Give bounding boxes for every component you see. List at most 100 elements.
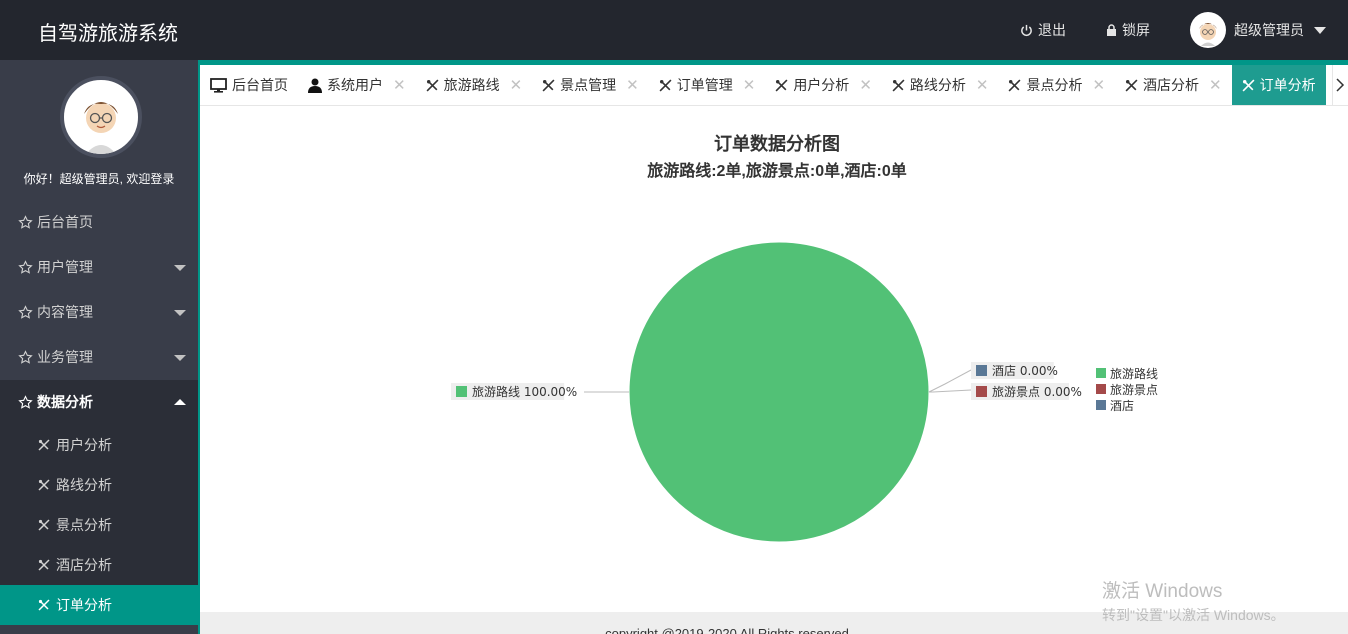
sidebar-item-label: 内容管理 [37, 304, 93, 320]
star-icon [18, 395, 33, 409]
tools-icon [38, 519, 50, 531]
sidebar-subitem-label: 酒店分析 [56, 557, 112, 573]
sidebar-subitem-order-analysis[interactable]: 订单分析 [0, 585, 198, 625]
legend-swatch[interactable] [1096, 384, 1106, 394]
sidebar-submenu: 用户分析 路线分析 景点分析 酒店分析 订单分析 [0, 425, 198, 625]
tools-icon [659, 79, 672, 91]
tab-travel-routes[interactable]: 旅游路线 ✕ [416, 65, 533, 105]
star-icon [18, 215, 33, 229]
tools-icon [426, 79, 439, 91]
footer-text: copyright @2019-2020 All Rights reserved [605, 626, 849, 634]
tab-label: 酒店分析 [1143, 77, 1200, 93]
sidebar-item-label: 后台首页 [37, 214, 93, 230]
tab-label: 用户分析 [793, 77, 850, 93]
legend-item[interactable]: 酒店 [1110, 399, 1134, 413]
sidebar-subitem-hotel-analysis[interactable]: 酒店分析 [0, 545, 198, 585]
data-label: 旅游路线 100.00% [472, 384, 577, 399]
tools-icon [38, 599, 50, 611]
label-leader-line [929, 389, 972, 393]
tools-icon [775, 79, 788, 91]
tab-user-analysis[interactable]: 用户分析 ✕ [765, 65, 882, 105]
star-icon [18, 260, 33, 274]
caret-down-icon [174, 265, 186, 271]
close-icon[interactable]: ✕ [976, 76, 989, 94]
tab-scroll-right-button[interactable] [1332, 65, 1348, 105]
close-icon[interactable]: ✕ [626, 76, 639, 94]
sidebar-menu: 后台首页 用户管理 内容管理 业务管理 数据分析 用户分析 路线分析 景点分析 … [0, 200, 198, 625]
sidebar-subitem-label: 订单分析 [56, 597, 112, 613]
data-label: 旅游景点 0.00% [992, 385, 1082, 399]
sidebar-item-label: 用户管理 [37, 259, 93, 275]
sidebar-subitem-scenic-analysis[interactable]: 景点分析 [0, 505, 198, 545]
tools-icon [892, 79, 905, 91]
caret-down-icon [174, 310, 186, 316]
sidebar-avatar [60, 76, 142, 158]
legend-item[interactable]: 旅游路线 [1110, 366, 1158, 381]
watermark-line-2: 转到"设置"以激活 Windows。 [1102, 607, 1285, 623]
tab-label: 景点分析 [1026, 77, 1083, 93]
tab-route-analysis[interactable]: 路线分析 ✕ [882, 65, 999, 105]
legend-swatch[interactable] [1096, 400, 1106, 410]
pie-slice[interactable] [628, 241, 930, 543]
close-icon[interactable]: ✕ [393, 76, 406, 94]
sidebar-item-content-management[interactable]: 内容管理 [0, 290, 198, 335]
caret-up-icon [174, 399, 186, 405]
sidebar-subitem-user-analysis[interactable]: 用户分析 [0, 425, 198, 465]
top-header: 自驾游旅游系统 退出 锁屏 超级管理员 [0, 0, 1348, 60]
tab-order-management[interactable]: 订单管理 ✕ [649, 65, 766, 105]
welcome-text: 你好！超级管理员, 欢迎登录 [23, 172, 175, 186]
tab-label: 后台首页 [232, 77, 288, 93]
tab-label: 系统用户 [327, 77, 383, 93]
chart-area: 订单数据分析图 旅游路线:2单,旅游景点:0单,酒店:0单 旅游路线 100.0… [200, 106, 1348, 612]
tab-label: 路线分析 [909, 77, 966, 93]
star-icon [18, 305, 33, 319]
sidebar-subitem-label: 用户分析 [56, 437, 112, 453]
tab-order-analysis[interactable]: 订单分析 [1231, 65, 1326, 105]
tools-icon [38, 439, 50, 451]
close-icon[interactable]: ✕ [510, 76, 523, 94]
avatar-face-icon [84, 102, 118, 154]
content-frame: 后台首页 系统用户 ✕ 旅游路线 ✕ 景点管理 ✕ 订单管理 ✕ 用户分析 ✕ [198, 60, 1348, 634]
lock-icon [1107, 24, 1116, 36]
avatar-face-icon [1199, 23, 1217, 46]
lock-screen-button[interactable]: 锁屏 [1106, 20, 1150, 40]
tab-label: 订单管理 [676, 77, 733, 93]
tab-system-users[interactable]: 系统用户 ✕ [298, 65, 416, 105]
avatar [1190, 12, 1226, 48]
data-label-swatch [456, 386, 467, 397]
tab-label: 订单分析 [1259, 77, 1316, 93]
data-label: 酒店 0.00% [992, 364, 1058, 378]
tools-icon [38, 479, 50, 491]
legend-swatch[interactable] [1096, 368, 1106, 378]
logout-label: 退出 [1038, 22, 1066, 38]
sidebar-item-business-management[interactable]: 业务管理 [0, 335, 198, 380]
close-icon[interactable]: ✕ [1209, 76, 1222, 94]
tools-icon [38, 559, 50, 571]
sidebar-item-label: 业务管理 [37, 349, 93, 365]
watermark-line-1: 激活 Windows [1102, 581, 1223, 602]
caret-down-icon [174, 355, 186, 361]
tab-bar: 后台首页 系统用户 ✕ 旅游路线 ✕ 景点管理 ✕ 订单管理 ✕ 用户分析 ✕ [200, 65, 1348, 106]
user-name: 超级管理员 [1234, 22, 1304, 38]
data-label-swatch [976, 365, 987, 376]
tab-label: 景点管理 [560, 77, 617, 93]
user-icon [308, 78, 322, 93]
close-icon[interactable]: ✕ [743, 76, 756, 94]
monitor-icon [210, 77, 227, 93]
close-icon[interactable]: ✕ [859, 76, 872, 94]
tab-home[interactable]: 后台首页 [200, 65, 298, 105]
chevron-right-icon [1336, 78, 1345, 92]
close-icon[interactable]: ✕ [1092, 76, 1105, 94]
tools-icon [1242, 79, 1255, 91]
sidebar-item-data-analysis[interactable]: 数据分析 [0, 380, 198, 425]
sidebar-item-user-management[interactable]: 用户管理 [0, 245, 198, 290]
tab-scenic-management[interactable]: 景点管理 ✕ [532, 65, 649, 105]
sidebar-subitem-route-analysis[interactable]: 路线分析 [0, 465, 198, 505]
legend-item[interactable]: 旅游景点 [1110, 383, 1158, 397]
tab-scenic-analysis[interactable]: 景点分析 ✕ [998, 65, 1115, 105]
star-icon [18, 350, 33, 364]
logout-button[interactable]: 退出 [1020, 20, 1066, 40]
user-menu[interactable]: 超级管理员 [1190, 12, 1326, 48]
tab-hotel-analysis[interactable]: 酒店分析 ✕ [1115, 65, 1232, 105]
sidebar-item-home[interactable]: 后台首页 [0, 200, 198, 245]
